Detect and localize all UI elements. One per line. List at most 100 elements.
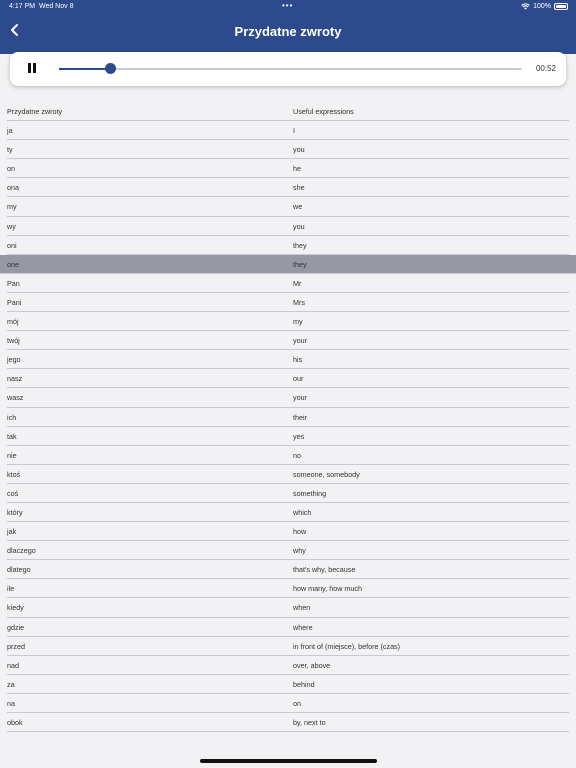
audio-player: 00:52	[10, 52, 566, 86]
polish-phrase: Pani	[7, 297, 22, 307]
polish-phrase: ktoś	[7, 469, 21, 479]
table-row[interactable]: nad over, above	[7, 656, 569, 675]
table-row[interactable]: ktoś someone, somebody	[7, 465, 569, 484]
polish-phrase: dlaczego	[7, 546, 36, 556]
polish-phrase: gdzie	[7, 622, 25, 632]
polish-phrase: ty	[7, 145, 13, 155]
polish-phrase: nasz	[7, 374, 23, 384]
pause-button[interactable]	[26, 63, 38, 75]
english-phrase: you	[293, 221, 305, 231]
english-phrase: their	[293, 412, 307, 422]
playback-slider[interactable]	[59, 63, 522, 74]
table-row[interactable]: za behind	[7, 675, 569, 694]
playback-thumb[interactable]	[104, 63, 116, 74]
polish-phrase: wasz	[7, 393, 24, 403]
battery-percent: 100%	[533, 3, 551, 10]
english-phrase: you	[293, 145, 305, 155]
table-row[interactable]: coś something	[7, 484, 569, 503]
status-bar: 4:17 PM Wed Nov 8 ••• 100%	[0, 0, 576, 14]
polish-phrase: na	[7, 698, 15, 708]
table-row[interactable]: wy you	[7, 217, 569, 236]
polish-phrase: jego	[7, 355, 21, 365]
table-row[interactable]: on he	[7, 159, 569, 179]
table-row[interactable]: przed in front of (miejsce), before (czas…	[7, 637, 569, 656]
table-row[interactable]: ty you	[7, 140, 569, 160]
english-phrase: behind	[293, 679, 315, 689]
english-phrase: our	[293, 374, 304, 384]
wifi-icon	[521, 3, 530, 10]
english-phrase: they	[293, 259, 307, 269]
polish-phrase: tak	[7, 431, 17, 441]
english-phrase: they	[293, 240, 307, 250]
english-phrase: your	[293, 393, 307, 403]
polish-phrase: twój	[7, 336, 20, 346]
table-row[interactable]: twój your	[7, 331, 569, 351]
polish-phrase: mój	[7, 317, 19, 327]
table-row[interactable]: Pan Mr	[7, 274, 569, 293]
table-row[interactable]: dlatego that's why, because	[7, 560, 569, 580]
table-row[interactable]: ich their	[7, 408, 569, 427]
battery-icon	[554, 3, 568, 10]
english-phrase: your	[293, 336, 307, 346]
english-phrase: on	[293, 698, 301, 708]
polish-phrase: on	[7, 164, 15, 174]
polish-phrase: jak	[7, 527, 17, 537]
english-phrase: Mrs	[293, 297, 305, 307]
polish-phrase: ich	[7, 412, 17, 422]
table-row[interactable]: my we	[7, 197, 569, 217]
table-row[interactable]: jego his	[7, 350, 569, 370]
table-row[interactable]: Pani Mrs	[7, 293, 569, 313]
english-phrase: we	[293, 202, 303, 212]
table-row[interactable]: one they	[0, 254, 576, 274]
english-phrase: something	[293, 488, 327, 498]
table-row[interactable]: nasz our	[7, 369, 569, 389]
table-row[interactable]: który which	[7, 503, 569, 523]
polish-phrase: my	[7, 202, 17, 212]
english-phrase: yes	[293, 431, 305, 441]
home-indicator[interactable]	[200, 759, 377, 763]
table-row[interactable]: na on	[7, 694, 569, 713]
english-phrase: his	[293, 355, 303, 365]
table-row[interactable]: gdzie where	[7, 618, 569, 637]
polish-phrase: wy	[7, 221, 16, 231]
table-row[interactable]: kiedy when	[7, 598, 569, 618]
table-row[interactable]: oni they	[7, 236, 569, 255]
english-phrase: by, next to	[293, 718, 326, 727]
multitasking-dots[interactable]: •••	[282, 1, 293, 10]
english-phrase: in front of (miejsce), before (czas)	[293, 641, 401, 651]
table-row[interactable]: ona she	[7, 178, 569, 198]
table-header: Przydatne zwroty Useful expressions	[7, 102, 569, 122]
polish-phrase: nad	[7, 660, 19, 670]
table-row[interactable]: jak how	[7, 522, 569, 542]
table-row[interactable]: ile how many, how much	[7, 579, 569, 599]
english-phrase: Mr	[293, 278, 302, 288]
table-row[interactable]: wasz your	[7, 388, 569, 408]
table-row[interactable]: dlaczego why	[7, 541, 569, 561]
polish-phrase: obok	[7, 718, 23, 727]
polish-phrase: dlatego	[7, 565, 31, 575]
table-row[interactable]: tak yes	[7, 427, 569, 446]
status-right: 100%	[521, 3, 568, 10]
playback-progress	[59, 68, 110, 70]
english-phrase: which	[293, 507, 312, 517]
polish-phrase: ile	[7, 584, 15, 594]
table-row[interactable]: obok by, next to	[7, 713, 569, 733]
english-phrase: over, above	[293, 660, 331, 670]
table-row[interactable]: mój my	[7, 312, 569, 332]
polish-phrase: Pan	[7, 278, 20, 288]
english-phrase: how many, how much	[293, 584, 362, 594]
polish-phrase: który	[7, 507, 23, 517]
polish-phrase: nie	[7, 450, 17, 460]
english-phrase: someone, somebody	[293, 469, 360, 479]
english-phrase: she	[293, 183, 305, 193]
table-row[interactable]: ja I	[7, 121, 569, 141]
english-phrase: how	[293, 527, 307, 537]
table-row[interactable]: nie no	[7, 446, 569, 465]
header-polish: Przydatne zwroty	[7, 107, 63, 116]
english-phrase: why	[293, 546, 306, 556]
english-phrase: I	[293, 126, 295, 136]
pause-icon	[28, 63, 31, 73]
english-phrase: no	[293, 450, 301, 460]
polish-phrase: ona	[7, 183, 19, 193]
polish-phrase: coś	[7, 488, 19, 498]
